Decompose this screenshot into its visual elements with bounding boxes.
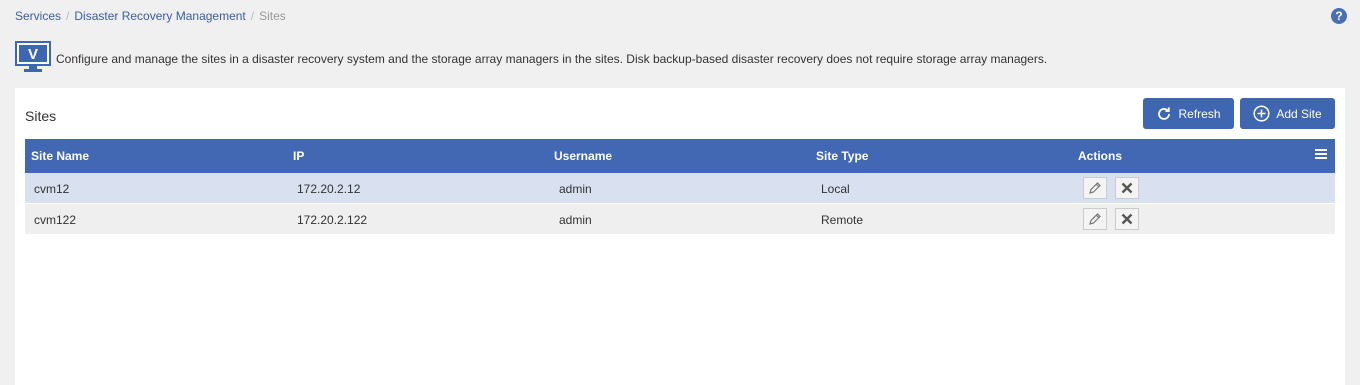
breadcrumb-separator: /	[250, 9, 255, 23]
cell-username: admin	[559, 213, 592, 227]
question-icon[interactable]: ?	[1331, 8, 1347, 24]
refresh-label: Refresh	[1178, 106, 1221, 121]
table-row[interactable]: cvm122 172.20.2.122 admin Remote	[25, 204, 1335, 235]
column-header-actions: Actions	[1078, 149, 1123, 163]
cell-username: admin	[559, 182, 592, 196]
sites-table: Site Name IP Username Site Type Actions …	[25, 139, 1335, 235]
add-site-label: Add Site	[1276, 106, 1322, 121]
table-header: Site Name IP Username Site Type Actions	[25, 139, 1335, 173]
close-icon	[1121, 182, 1133, 194]
cell-site-type: Local	[821, 182, 850, 196]
breadcrumb: Services / Disaster Recovery Management …	[15, 9, 286, 23]
pencil-icon	[1089, 213, 1101, 225]
cell-ip: 172.20.2.12	[297, 182, 361, 196]
refresh-icon	[1156, 106, 1172, 122]
edit-button[interactable]	[1083, 177, 1107, 199]
column-menu-icon[interactable]	[1315, 148, 1327, 163]
breadcrumb-separator: /	[66, 9, 70, 23]
panel-title: Sites	[25, 108, 57, 124]
breadcrumb-current: Sites	[259, 9, 286, 23]
monitor-logo-icon: V	[15, 41, 51, 72]
delete-button[interactable]	[1115, 177, 1139, 199]
table-row[interactable]: cvm12 172.20.2.12 admin Local	[25, 173, 1335, 204]
delete-button[interactable]	[1115, 208, 1139, 230]
intro-description: Configure and manage the sites in a disa…	[56, 52, 1048, 66]
cell-ip: 172.20.2.122	[297, 213, 368, 227]
breadcrumb-services[interactable]: Services	[15, 9, 61, 23]
cell-site-type: Remote	[821, 213, 864, 227]
close-icon	[1121, 213, 1133, 225]
column-header-ip[interactable]: IP	[293, 149, 304, 163]
plus-circle-icon	[1253, 105, 1270, 122]
cell-site-name: cvm122	[34, 213, 77, 227]
pencil-icon	[1089, 182, 1101, 194]
edit-button[interactable]	[1083, 208, 1107, 230]
logo-letter: V	[28, 46, 38, 63]
column-header-username[interactable]: Username	[554, 149, 612, 163]
breadcrumb-disaster-recovery[interactable]: Disaster Recovery Management	[74, 9, 245, 23]
column-header-site-name[interactable]: Site Name	[31, 149, 89, 163]
sites-panel: Sites Refresh Add Site Site Name IP User…	[15, 88, 1345, 385]
add-site-button[interactable]: Add Site	[1240, 98, 1335, 129]
intro-banner: V Configure and manage the sites in a di…	[15, 41, 1047, 73]
column-header-site-type[interactable]: Site Type	[816, 149, 868, 163]
cell-site-name: cvm12	[34, 182, 70, 196]
refresh-button[interactable]: Refresh	[1143, 98, 1234, 129]
